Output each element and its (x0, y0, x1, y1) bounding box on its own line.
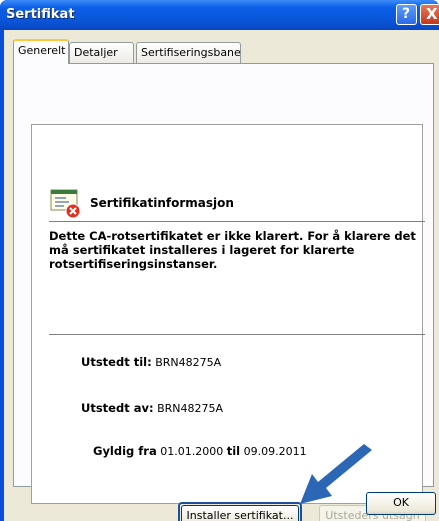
tab-certification-path[interactable]: Sertifiseringsbane (136, 42, 241, 63)
install-certificate-button[interactable]: Installer sertifikat... (181, 505, 299, 521)
issued-to-value: BRN48275A (155, 356, 222, 369)
window-title: Sertifikat (6, 7, 75, 22)
details-divider (49, 334, 425, 335)
help-icon: ? (402, 6, 411, 22)
certificate-info-title: Sertifikatinformasjon (90, 196, 234, 210)
help-button[interactable]: ? (396, 4, 417, 25)
validity-row: Gyldig fra 01.01.2000 til 09.09.2011 (93, 444, 307, 458)
pointer-arrow-icon (300, 444, 372, 504)
issued-by-value: BRN48275A (157, 402, 224, 415)
ok-button[interactable]: OK (366, 492, 436, 515)
valid-to-label: til (226, 444, 241, 458)
close-button[interactable]: X (420, 4, 439, 25)
dialog-body: Generelt Detaljer Sertifiseringsbane Ser… (4, 30, 439, 521)
tab-general[interactable]: Generelt (13, 39, 69, 64)
valid-from-label: Gyldig fra (93, 444, 157, 458)
title-divider (49, 221, 425, 222)
issued-to-row: Utstedt til: BRN48275A (81, 355, 221, 369)
issued-to-label: Utstedt til: (81, 355, 152, 369)
certificate-dialog: Sertifikat ? X Generelt Detaljer Sertifi… (0, 0, 439, 521)
close-icon: X (426, 5, 438, 23)
general-tab-panel: Sertifikatinformasjon Dette CA-rotsertif… (13, 63, 434, 521)
trust-warning-message: Dette CA-rotsertifikatet er ikke klarert… (49, 229, 416, 271)
valid-from-value: 01.01.2000 (160, 445, 224, 458)
title-bar[interactable]: Sertifikat ? X (0, 0, 439, 30)
issued-by-row: Utstedt av: BRN48275A (81, 401, 223, 415)
certificate-error-icon (50, 189, 81, 218)
issued-by-label: Utstedt av: (81, 401, 154, 415)
tab-details[interactable]: Detaljer (69, 42, 134, 63)
